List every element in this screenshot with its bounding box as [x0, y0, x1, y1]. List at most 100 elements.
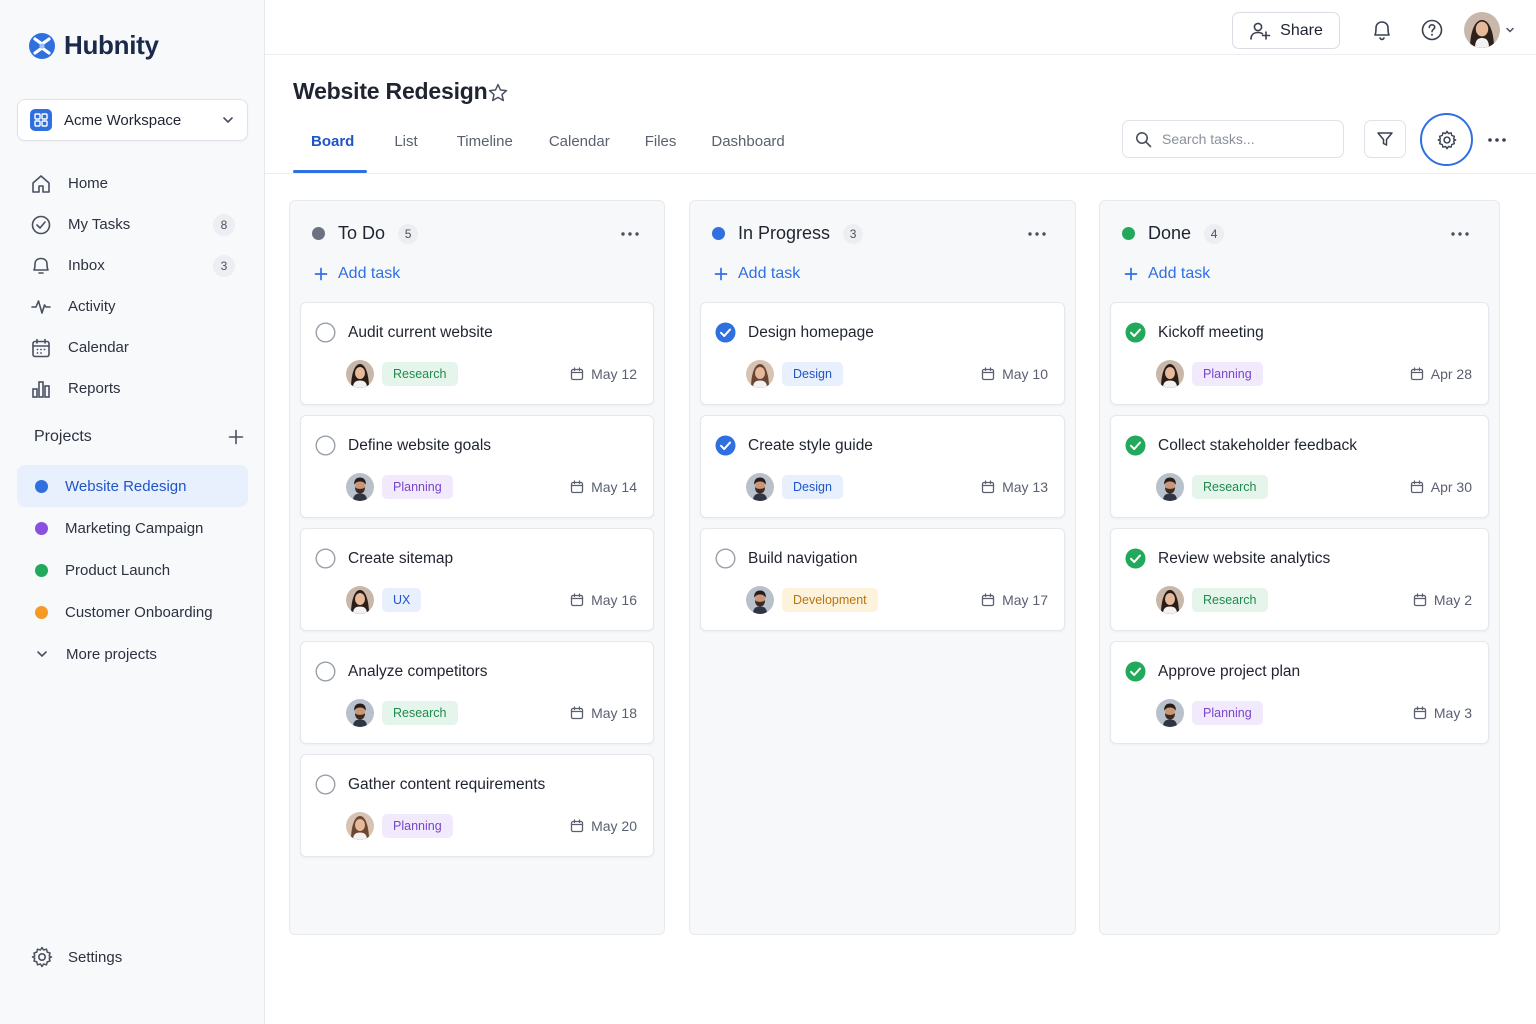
- user-plus-icon: [1249, 21, 1271, 41]
- project-label: Product Launch: [65, 561, 171, 579]
- settings-link[interactable]: Settings: [30, 945, 122, 969]
- column-more-options-icon[interactable]: [1450, 231, 1470, 237]
- search-input[interactable]: [1162, 131, 1332, 147]
- nav-item-home[interactable]: Home: [17, 163, 248, 204]
- nav-item-my-tasks[interactable]: My Tasks 8: [17, 204, 248, 245]
- calendar-icon: [570, 819, 584, 833]
- plus-icon: [228, 429, 244, 445]
- task-card[interactable]: Design homepage Design May 10: [700, 302, 1065, 405]
- column-header: Done 4: [1122, 223, 1225, 244]
- task-card[interactable]: Create sitemap UX May 16: [300, 528, 654, 631]
- task-title: Audit current website: [348, 324, 493, 341]
- task-card[interactable]: Approve project plan Planning May 3: [1110, 641, 1489, 744]
- share-button[interactable]: Share: [1232, 12, 1340, 49]
- checked-circle-icon[interactable]: [1125, 661, 1146, 682]
- task-card[interactable]: Review website analytics Research May 2: [1110, 528, 1489, 631]
- due-date-text: May 10: [1002, 366, 1048, 382]
- checked-circle-icon[interactable]: [715, 322, 736, 343]
- checked-circle-icon[interactable]: [1125, 548, 1146, 569]
- task-card[interactable]: Analyze competitors Research May 18: [300, 641, 654, 744]
- add-task-button[interactable]: Add task: [1124, 265, 1210, 283]
- tab-calendar[interactable]: Calendar: [549, 120, 610, 162]
- task-checkbox[interactable]: [315, 322, 336, 343]
- tab-list[interactable]: List: [394, 120, 417, 162]
- task-tag: Planning: [382, 814, 453, 838]
- task-card[interactable]: Kickoff meeting Planning Apr 28: [1110, 302, 1489, 405]
- add-project-button[interactable]: [228, 429, 244, 445]
- project-item-product-launch[interactable]: Product Launch: [17, 549, 248, 591]
- chevron-down-icon: [35, 647, 49, 661]
- help-icon[interactable]: [1420, 18, 1444, 42]
- tab-dashboard[interactable]: Dashboard: [711, 120, 784, 162]
- more-options-icon[interactable]: [1486, 130, 1508, 150]
- workspace-icon: [30, 109, 52, 131]
- project-item-website-redesign[interactable]: Website Redesign: [17, 465, 248, 507]
- project-item-marketing-campaign[interactable]: Marketing Campaign: [17, 507, 248, 549]
- task-tag: Planning: [1192, 362, 1263, 386]
- projects-title: Projects: [34, 428, 92, 445]
- nav-label: Reports: [68, 380, 121, 397]
- nav-label: My Tasks: [68, 216, 131, 233]
- tab-board[interactable]: Board: [311, 120, 354, 162]
- task-checkbox[interactable]: [315, 435, 336, 456]
- task-checkbox[interactable]: [315, 548, 336, 569]
- task-card[interactable]: Define website goals Planning May 14: [300, 415, 654, 518]
- calendar-icon: [981, 367, 995, 381]
- brand[interactable]: Hubnity: [28, 30, 159, 61]
- calendar-icon: [570, 480, 584, 494]
- nav-item-calendar[interactable]: Calendar: [17, 327, 248, 368]
- notifications-bell-icon[interactable]: [1370, 18, 1394, 42]
- task-title: Design homepage: [748, 324, 874, 341]
- checked-circle-icon[interactable]: [715, 435, 736, 456]
- nav-item-activity[interactable]: Activity: [17, 286, 248, 327]
- task-card[interactable]: Collect stakeholder feedback Research Apr …: [1110, 415, 1489, 518]
- inbox-icon: [30, 255, 52, 277]
- task-title: Build navigation: [748, 550, 858, 567]
- chevron-down-icon[interactable]: [1505, 25, 1515, 35]
- search-box[interactable]: [1122, 120, 1344, 158]
- projects-header: Projects: [34, 428, 244, 446]
- column-more-options-icon[interactable]: [620, 231, 640, 237]
- due-date-text: May 16: [591, 592, 637, 608]
- task-card[interactable]: Build navigation Development May 17: [700, 528, 1065, 631]
- column-more-options-icon[interactable]: [1027, 231, 1047, 237]
- task-checkbox[interactable]: [715, 548, 736, 569]
- workspace-selector[interactable]: Acme Workspace: [17, 99, 248, 141]
- add-task-button[interactable]: Add task: [314, 265, 400, 283]
- board-settings-button[interactable]: [1420, 113, 1473, 166]
- due-date: May 12: [570, 366, 637, 382]
- activity-icon: [30, 296, 52, 318]
- filter-button[interactable]: [1364, 120, 1406, 158]
- column-title: Done: [1148, 223, 1192, 243]
- more-projects-toggle[interactable]: More projects: [17, 633, 248, 675]
- checked-circle-icon[interactable]: [1125, 322, 1146, 343]
- plus-icon: [314, 267, 328, 281]
- task-tag: Research: [382, 701, 458, 725]
- assignee-avatar: [346, 699, 374, 727]
- tab-timeline[interactable]: Timeline: [457, 120, 513, 162]
- assignee-avatar: [746, 586, 774, 614]
- project-color-dot: [35, 479, 48, 493]
- due-date: May 20: [570, 818, 637, 834]
- task-tag: Research: [1192, 588, 1268, 612]
- task-card[interactable]: Create style guide Design May 13: [700, 415, 1065, 518]
- column-header: To Do 5: [312, 223, 419, 244]
- task-checkbox[interactable]: [315, 774, 336, 795]
- user-avatar[interactable]: [1464, 12, 1500, 48]
- nav-item-inbox[interactable]: Inbox 3: [17, 245, 248, 286]
- checked-circle-icon[interactable]: [1125, 435, 1146, 456]
- task-card[interactable]: Audit current website Research May 12: [300, 302, 654, 405]
- add-task-button[interactable]: Add task: [714, 265, 800, 283]
- task-checkbox[interactable]: [315, 661, 336, 682]
- tab-files[interactable]: Files: [645, 120, 677, 162]
- due-date: May 16: [570, 592, 637, 608]
- page-title: Website Redesign: [293, 78, 488, 104]
- project-item-customer-onboarding[interactable]: Customer Onboarding: [17, 591, 248, 633]
- board-column-in-progress: In Progress 3 Add task Design homepage Desig…: [689, 200, 1076, 935]
- due-date: May 14: [570, 479, 637, 495]
- column-status-dot: [1122, 227, 1135, 240]
- star-icon[interactable]: [487, 82, 509, 104]
- nav-item-reports[interactable]: Reports: [17, 368, 248, 409]
- task-tag: Research: [1192, 475, 1268, 499]
- task-card[interactable]: Gather content requirements Planning May 2…: [300, 754, 654, 857]
